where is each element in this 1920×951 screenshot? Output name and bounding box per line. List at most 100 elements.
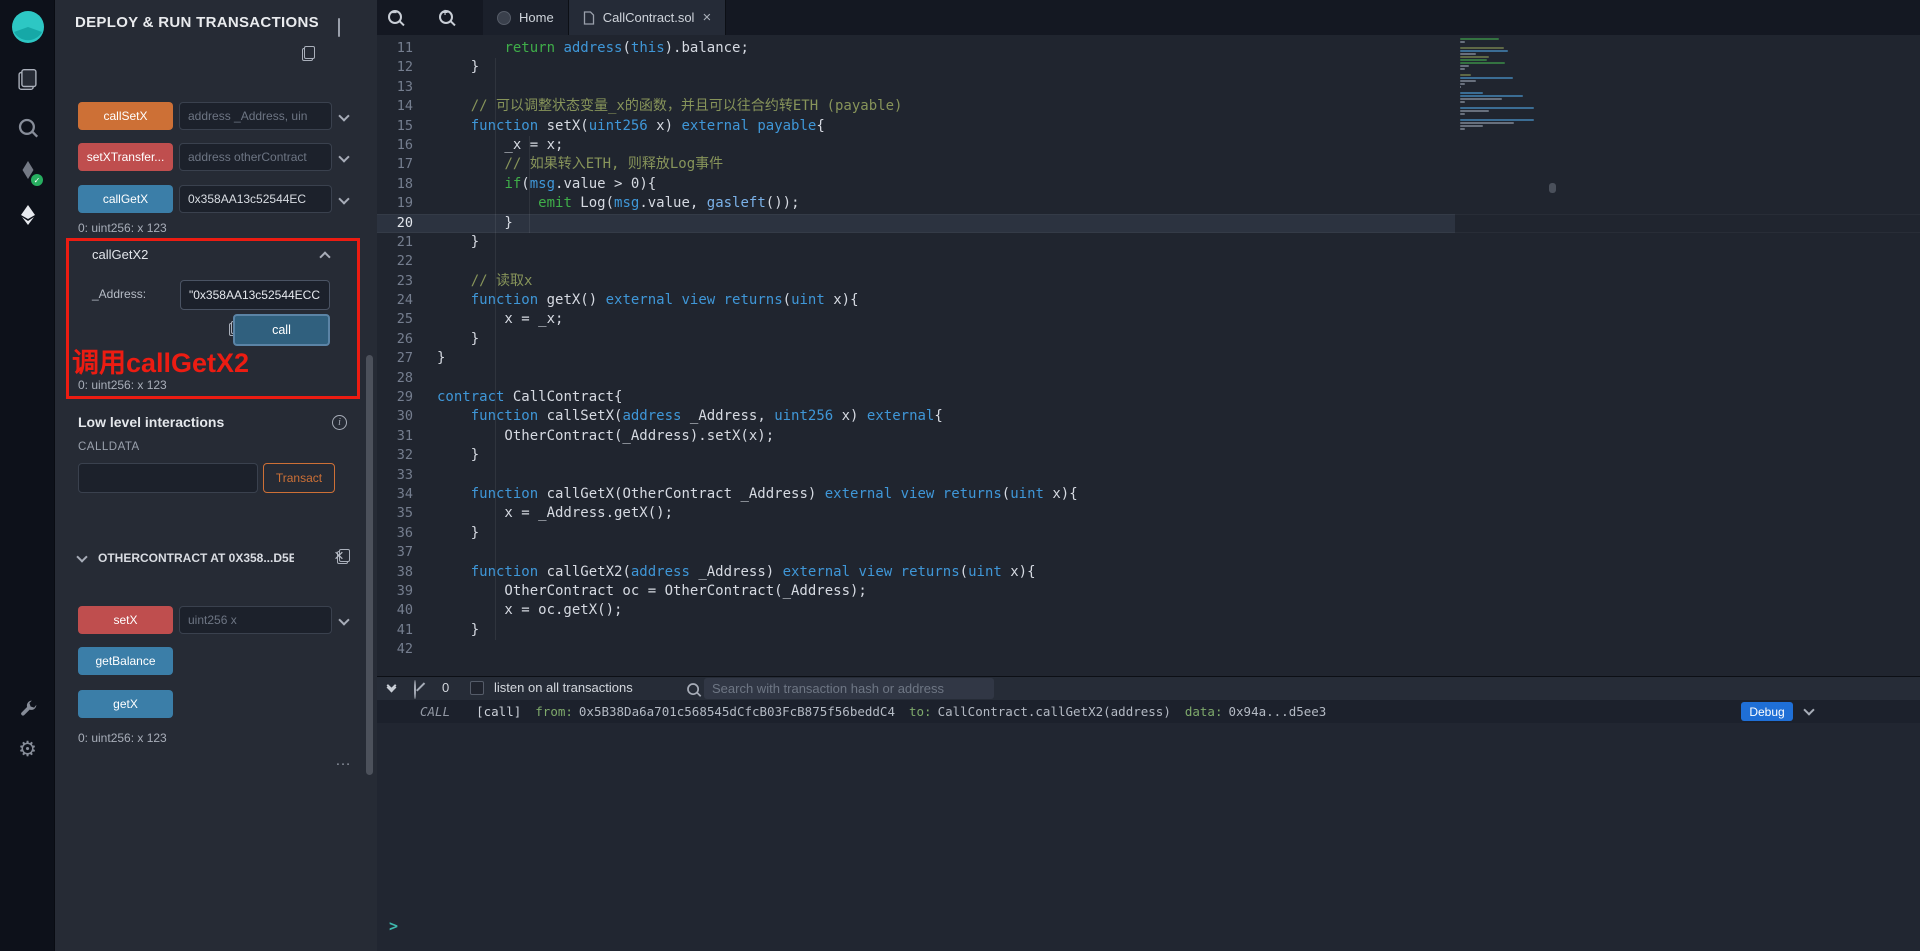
code-line[interactable]: 12 } bbox=[377, 58, 1920, 77]
solidity-compiler-icon[interactable]: ✓ bbox=[0, 152, 55, 190]
terminal-prompt[interactable]: > bbox=[389, 917, 398, 935]
deployed-contract-title[interactable]: OTHERCONTRACT AT 0X358...D5E8 bbox=[98, 551, 294, 565]
code-line[interactable]: 38 function callGetX2(address _Address) … bbox=[377, 563, 1920, 582]
zoom-out-icon[interactable]: − bbox=[387, 9, 404, 26]
code-line[interactable]: 17 // 如果转入ETH, 则释放Log事件 bbox=[377, 155, 1920, 174]
chevron-up-icon[interactable] bbox=[319, 251, 330, 262]
minimap[interactable] bbox=[1460, 38, 1538, 134]
code-line[interactable]: 41 } bbox=[377, 621, 1920, 640]
info-icon[interactable]: i bbox=[332, 415, 347, 430]
code-line[interactable]: 11 return address(this).balance; bbox=[377, 39, 1920, 58]
callSetX-args-input[interactable] bbox=[179, 102, 332, 130]
setXTransfer-args-input[interactable] bbox=[179, 143, 332, 171]
log-data-label: data: bbox=[1185, 704, 1223, 719]
fn-row-setXTransfer: setXTransfer... bbox=[78, 143, 348, 171]
code-line[interactable]: 28 bbox=[377, 369, 1920, 388]
search-icon bbox=[686, 682, 700, 696]
file-explorer-icon[interactable] bbox=[0, 60, 55, 98]
annotation-text: 调用callGetX2 bbox=[72, 341, 249, 380]
tab-label: Home bbox=[519, 10, 554, 25]
callSetX-button[interactable]: callSetX bbox=[78, 102, 173, 130]
expand-terminal-icon[interactable] bbox=[388, 682, 395, 691]
code-line[interactable]: 39 OtherContract oc = OtherContract(_Add… bbox=[377, 582, 1920, 601]
code-line[interactable]: 31 OtherContract(_Address).setX(x); bbox=[377, 427, 1920, 446]
callGetX-button[interactable]: callGetX bbox=[78, 185, 173, 213]
editor-tabbar: − + Home CallContract.sol × bbox=[377, 0, 1920, 35]
code-line[interactable]: 32 } bbox=[377, 446, 1920, 465]
tab-callcontract[interactable]: CallContract.sol × bbox=[569, 0, 727, 35]
transact-button[interactable]: Transact bbox=[263, 463, 335, 493]
tab-home[interactable]: Home bbox=[483, 0, 569, 35]
transaction-log-row[interactable]: CALL [call] from: 0x5B38Da6a701c568545dC… bbox=[377, 700, 1920, 723]
code-line[interactable]: 23 // 读取x bbox=[377, 272, 1920, 291]
settings-gear-icon[interactable]: ⚙ bbox=[0, 730, 55, 768]
debug-button[interactable]: Debug bbox=[1741, 702, 1793, 721]
file-icon bbox=[583, 11, 595, 25]
search-icon[interactable] bbox=[0, 108, 55, 146]
code-line[interactable]: 29contract CallContract{ bbox=[377, 388, 1920, 407]
deploy-run-icon[interactable] bbox=[0, 196, 55, 234]
fn-row-setX: setX bbox=[78, 606, 348, 634]
terminal-search-input[interactable] bbox=[704, 678, 994, 699]
code-line[interactable]: 13 bbox=[377, 78, 1920, 97]
log-kind: CALL bbox=[420, 704, 450, 719]
code-line[interactable]: 15 function setX(uint256 x) external pay… bbox=[377, 117, 1920, 136]
zoom-in-icon[interactable]: + bbox=[438, 9, 455, 26]
panel-title: DEPLOY & RUN TRANSACTIONS bbox=[75, 14, 319, 31]
calldata-label: CALLDATA bbox=[78, 441, 140, 453]
code-line[interactable]: 42 bbox=[377, 640, 1920, 659]
decoded-output: 0: uint256: x 123 bbox=[78, 731, 167, 745]
deploy-run-panel: DEPLOY & RUN TRANSACTIONS callSetX setXT… bbox=[55, 0, 377, 951]
chevron-down-icon[interactable] bbox=[338, 193, 349, 204]
code-line[interactable]: 25 x = _x; bbox=[377, 310, 1920, 329]
code-line[interactable]: 34 function callGetX(OtherContract _Addr… bbox=[377, 485, 1920, 504]
close-tab-icon[interactable]: × bbox=[702, 10, 711, 25]
chevron-down-icon[interactable] bbox=[76, 551, 87, 562]
code-line[interactable]: 30 function callSetX(address _Address, u… bbox=[377, 407, 1920, 426]
code-line[interactable]: 35 x = _Address.getX(); bbox=[377, 504, 1920, 523]
listen-checkbox[interactable] bbox=[470, 681, 484, 695]
getX-button[interactable]: getX bbox=[78, 690, 173, 718]
remix-logo-icon[interactable] bbox=[0, 6, 55, 48]
code-line[interactable]: 14 // 可以调整状态变量_x的函数，并且可以往合约转ETH (payable… bbox=[377, 97, 1920, 116]
code-line[interactable]: 40 x = oc.getX(); bbox=[377, 601, 1920, 620]
code-line[interactable]: 36 } bbox=[377, 524, 1920, 543]
code-line[interactable]: 18 if(msg.value > 0){ bbox=[377, 175, 1920, 194]
code-editor[interactable]: 11 return address(this).balance;12 }1314… bbox=[377, 35, 1920, 676]
code-line[interactable]: 20 } bbox=[377, 214, 1920, 233]
code-line[interactable]: 33 bbox=[377, 466, 1920, 485]
clear-console-icon[interactable] bbox=[414, 680, 416, 699]
chevron-down-icon[interactable] bbox=[1803, 704, 1814, 715]
save-transactions-icon[interactable] bbox=[302, 46, 315, 61]
pages-icon bbox=[18, 69, 36, 90]
code-line[interactable]: 27} bbox=[377, 349, 1920, 368]
close-icon[interactable]: × bbox=[334, 546, 344, 566]
compile-success-badge: ✓ bbox=[31, 174, 43, 186]
code-line[interactable]: 16 _x = x; bbox=[377, 136, 1920, 155]
setX-args-input[interactable] bbox=[179, 606, 332, 634]
editor-scrollbar[interactable] bbox=[1549, 183, 1556, 193]
code-line[interactable]: 19 emit Log(msg.value, gasleft()); bbox=[377, 194, 1920, 213]
chevron-down-icon[interactable] bbox=[338, 151, 349, 162]
code-line[interactable]: 24 function getX() external view returns… bbox=[377, 291, 1920, 310]
callGetX-args-input[interactable] bbox=[179, 185, 332, 213]
low-level-title: Low level interactions bbox=[78, 414, 224, 430]
chevron-down-icon[interactable] bbox=[338, 614, 349, 625]
listen-label: listen on all transactions bbox=[494, 680, 633, 695]
calldata-input[interactable] bbox=[78, 463, 258, 493]
param-label: _Address: bbox=[92, 287, 146, 301]
code-line[interactable]: 37 bbox=[377, 543, 1920, 562]
indent-guide bbox=[529, 136, 530, 233]
panel-scrollbar[interactable] bbox=[366, 355, 373, 775]
documentation-icon[interactable] bbox=[338, 18, 340, 37]
code-line[interactable]: 22 bbox=[377, 252, 1920, 271]
code-line[interactable]: 26 } bbox=[377, 330, 1920, 349]
setX-button[interactable]: setX bbox=[78, 606, 173, 634]
address-param-input[interactable] bbox=[180, 280, 330, 310]
plugin-manager-icon[interactable] bbox=[0, 690, 55, 728]
chevron-down-icon[interactable] bbox=[338, 110, 349, 121]
setXTransfer-button[interactable]: setXTransfer... bbox=[78, 143, 173, 171]
getBalance-button[interactable]: getBalance bbox=[78, 647, 173, 675]
code-line[interactable]: 21 } bbox=[377, 233, 1920, 252]
decoded-output: 0: uint256: x 123 bbox=[78, 221, 167, 235]
